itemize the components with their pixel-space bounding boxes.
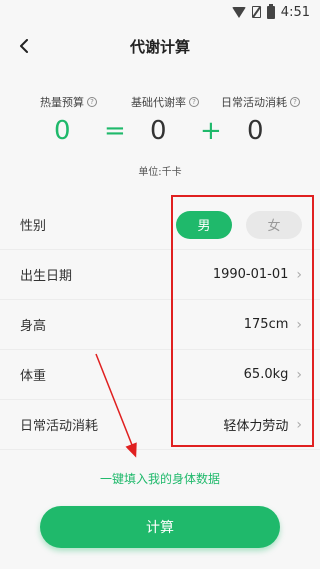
daily-activity-value: 0 (247, 116, 264, 146)
daily-activity-label-text: 日常活动消耗 (221, 96, 287, 109)
equals-sign: = (104, 116, 126, 146)
birth-date-row[interactable]: 出生日期 1990-01-01 › (0, 250, 320, 300)
calorie-budget-label-text: 热量预算 (40, 96, 84, 109)
plus-sign: + (200, 116, 222, 146)
help-icon[interactable]: ? (189, 97, 199, 107)
basal-metabolism-label-text: 基础代谢率 (131, 96, 186, 109)
chevron-right-icon: › (296, 366, 302, 383)
back-button[interactable] (10, 32, 38, 60)
daily-activity-label[interactable]: 日常活动消耗 ? (221, 94, 300, 110)
help-icon[interactable]: ? (87, 97, 97, 107)
gender-toggle: 男 女 (176, 210, 302, 239)
chevron-right-icon: › (296, 266, 302, 283)
birth-date-label: 出生日期 (20, 269, 73, 284)
chevron-right-icon: › (296, 316, 302, 333)
calculate-button[interactable]: 计算 (40, 506, 280, 548)
status-time: 4:51 (280, 4, 310, 20)
birth-date-value: 1990-01-01 (212, 267, 289, 282)
gender-male-button[interactable]: 男 (176, 210, 232, 239)
chevron-right-icon: › (296, 416, 302, 433)
page-title: 代谢计算 (129, 37, 190, 56)
no-sim-icon (251, 6, 261, 18)
height-value: 175cm (243, 317, 289, 332)
gender-female-button[interactable]: 女 (246, 210, 302, 239)
chevron-left-icon (20, 39, 28, 53)
battery-icon (266, 3, 275, 19)
activity-label: 日常活动消耗 (20, 419, 99, 434)
height-row[interactable]: 身高 175cm › (0, 300, 320, 350)
activity-row[interactable]: 日常活动消耗 轻体力劳动 › (0, 400, 320, 450)
metabolism-summary: 热量预算 ? 基础代谢率 ? 日常活动消耗 ? 0 = 0 + 0 单位:千卡 (0, 68, 320, 186)
gender-row: 性别 男 女 (0, 200, 320, 250)
top-bar: 代谢计算 (0, 24, 320, 68)
basal-metabolism-label[interactable]: 基础代谢率 ? (131, 94, 199, 110)
unit-label: 单位:千卡 (138, 167, 182, 178)
status-bar: 4:51 (0, 0, 320, 24)
weight-value: 65.0kg (243, 367, 289, 382)
calorie-budget-label[interactable]: 热量预算 ? (40, 94, 97, 110)
weight-label: 体重 (20, 369, 47, 384)
wifi-icon (231, 6, 246, 18)
basal-metabolism-value: 0 (150, 116, 167, 146)
gender-label: 性别 (20, 219, 47, 234)
activity-value: 轻体力劳动 (223, 419, 289, 434)
fill-body-data-link[interactable]: 一键填入我的身体数据 (0, 470, 320, 487)
body-data-form: 性别 男 女 出生日期 1990-01-01 › 身高 175cm › 体重 6… (0, 200, 320, 450)
weight-row[interactable]: 体重 65.0kg › (0, 350, 320, 400)
calorie-budget-value: 0 (54, 116, 71, 146)
height-label: 身高 (20, 319, 47, 334)
help-icon[interactable]: ? (290, 97, 300, 107)
